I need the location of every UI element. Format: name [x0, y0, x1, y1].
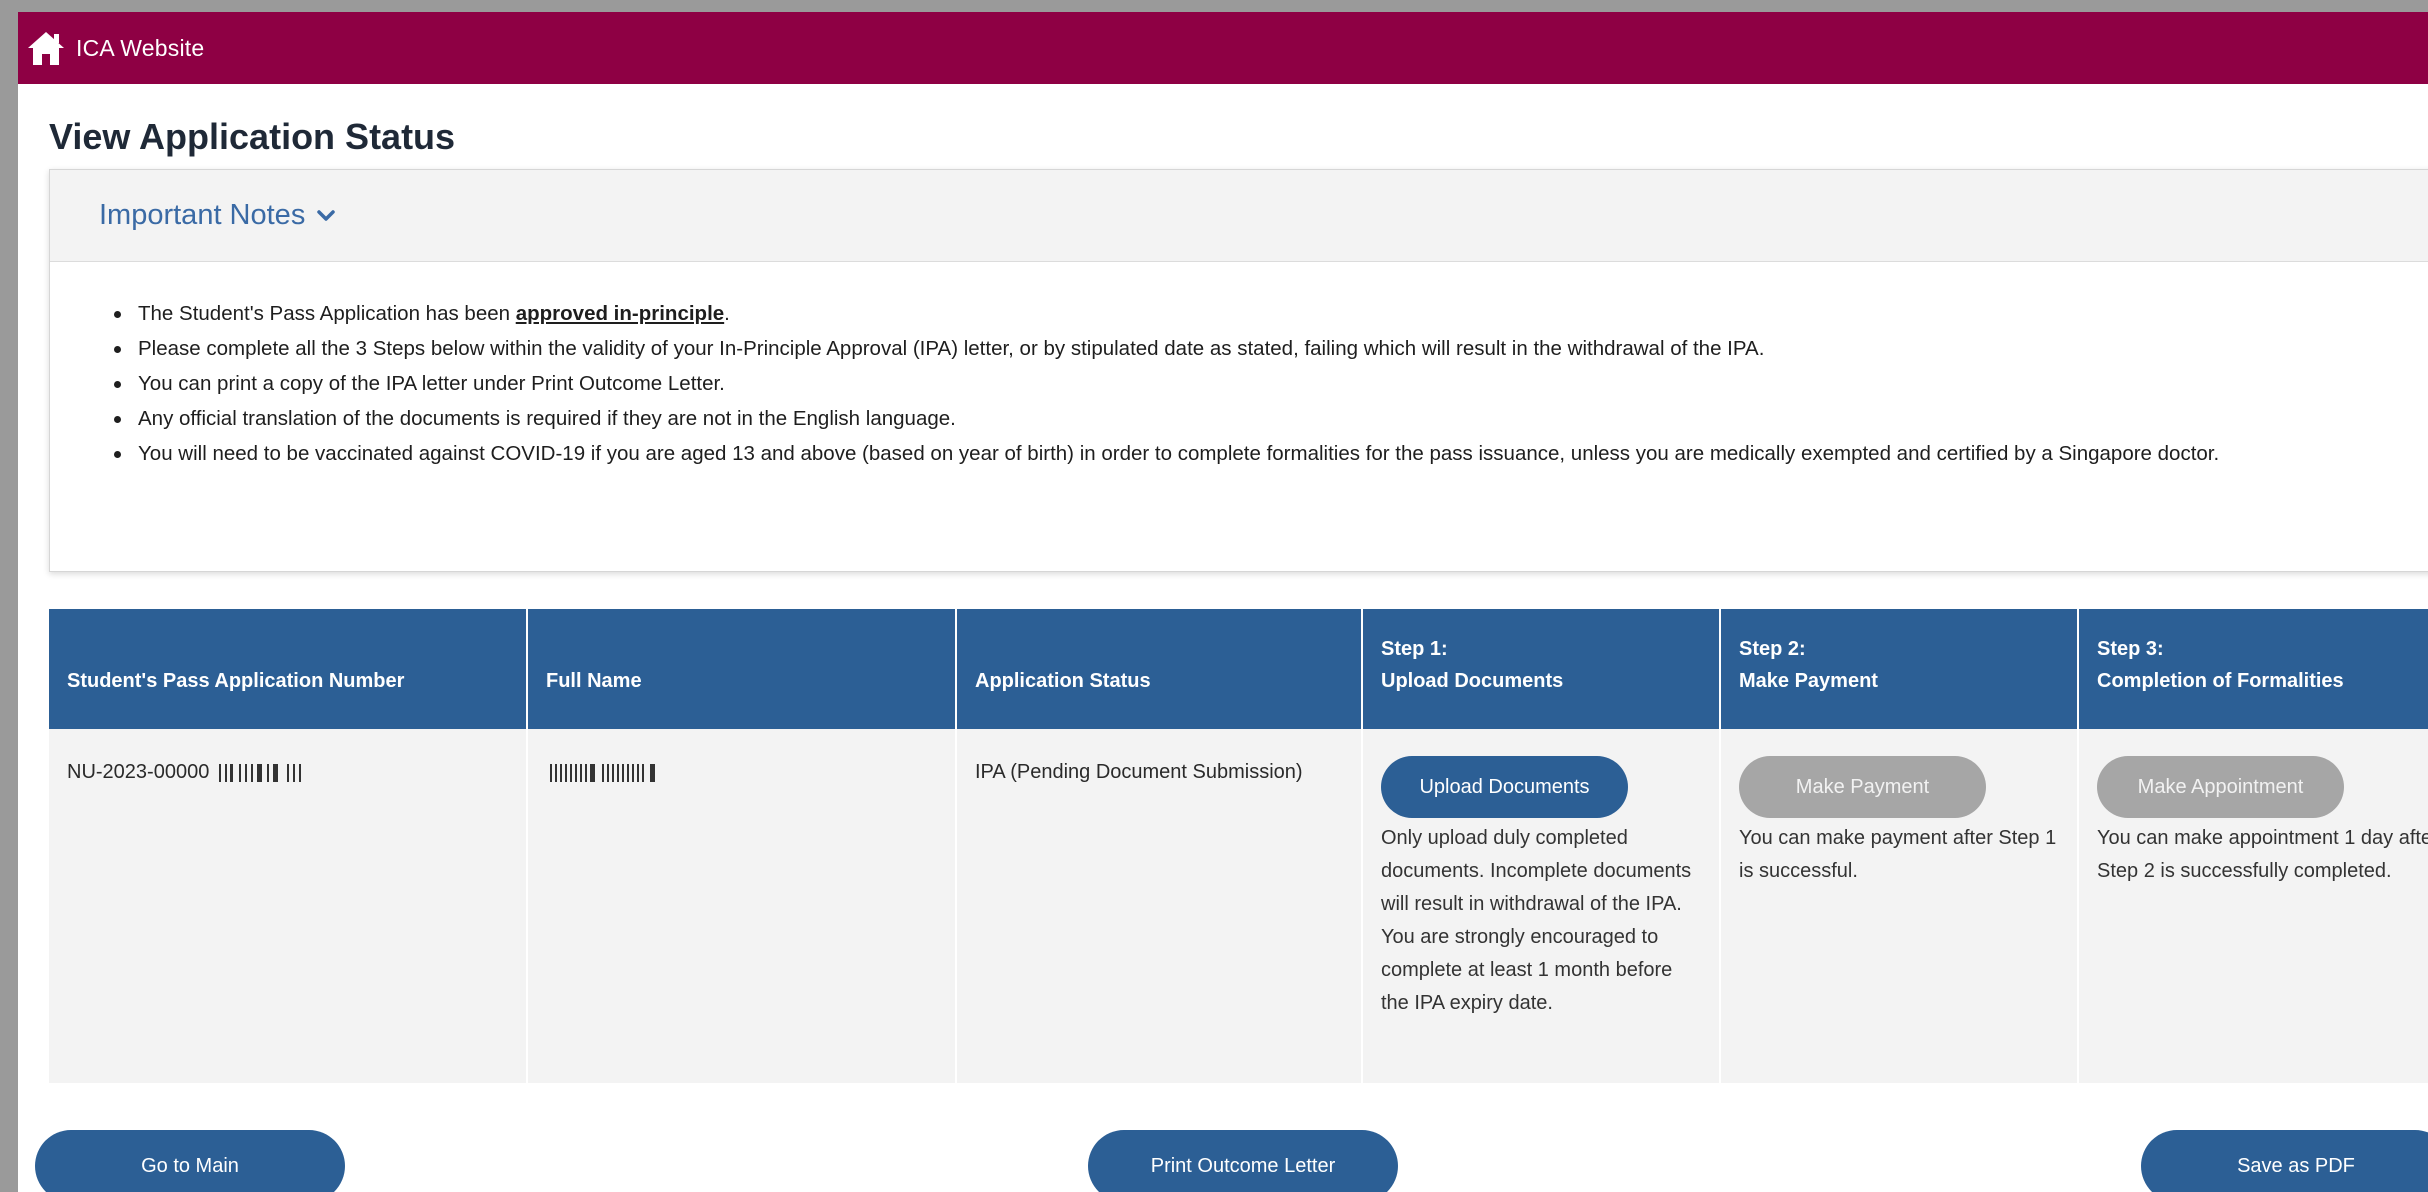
cell-application-number: NU-2023-00000: [49, 729, 528, 1083]
application-status-table: Student's Pass Application Number Full N…: [49, 609, 2428, 1083]
header-step-1-label: Step 1:: [1381, 638, 1448, 660]
header-step-3-title: Completion of Formalities: [2097, 670, 2344, 692]
important-notes-panel: Important Notes The Student's Pass Appli…: [49, 169, 2428, 572]
top-bar: ICA Website: [18, 12, 2428, 84]
header-step-1-title: Upload Documents: [1381, 670, 1564, 692]
go-to-main-button[interactable]: Go to Main: [35, 1130, 345, 1192]
note-item: You will need to be vaccinated against C…: [110, 436, 2428, 471]
important-notes-title: Important Notes: [99, 199, 306, 231]
barcode-icon: [550, 763, 655, 782]
note-item: Please complete all the 3 Steps below wi…: [110, 331, 2428, 366]
notes-list: The Student's Pass Application has been …: [50, 262, 2428, 471]
approval-emphasis: approved in-principle: [515, 302, 725, 325]
table-header-row: Student's Pass Application Number Full N…: [49, 609, 2428, 729]
chevron-down-icon: [317, 209, 336, 221]
application-number-prefix: NU-2023-00000: [67, 761, 210, 783]
note-item: You can print a copy of the IPA letter u…: [110, 366, 2428, 401]
note-text-end: .: [724, 302, 730, 325]
step-2-note: You can make payment after Step 1 is suc…: [1739, 827, 2057, 882]
home-icon[interactable]: [26, 28, 66, 68]
make-appointment-button[interactable]: Make Appointment: [2097, 756, 2344, 818]
page-title: View Application Status: [49, 116, 456, 157]
cell-step-2: Make Payment You can make payment after …: [1720, 729, 2079, 1083]
upload-documents-button[interactable]: Upload Documents: [1381, 756, 1628, 818]
note-item: The Student's Pass Application has been …: [110, 296, 2428, 331]
cell-application-status: IPA (Pending Document Submission): [956, 729, 1363, 1083]
barcode-icon: [218, 763, 301, 782]
cell-step-1: Upload Documents Only upload duly comple…: [1362, 729, 1721, 1083]
table-row: NU-2023-00000 IPA (Pending Document Subm…: [49, 729, 2428, 1083]
cell-full-name: [527, 729, 957, 1083]
print-outcome-letter-button[interactable]: Print Outcome Letter: [1088, 1130, 1398, 1192]
header-step-2-title: Make Payment: [1739, 670, 1878, 692]
make-payment-button[interactable]: Make Payment: [1739, 756, 1986, 818]
save-as-pdf-button[interactable]: Save as PDF: [2141, 1130, 2428, 1192]
note-item: Any official translation of the document…: [110, 401, 2428, 436]
header-full-name: Full Name: [527, 609, 957, 729]
important-notes-toggle[interactable]: Important Notes: [50, 170, 2428, 262]
header-application-number: Student's Pass Application Number: [49, 609, 528, 729]
header-application-status: Application Status: [956, 609, 1363, 729]
header-step-2: Step 2: Make Payment: [1720, 609, 2079, 729]
header-step-1: Step 1: Upload Documents: [1362, 609, 1721, 729]
header-step-3: Step 3: Completion of Formalities: [2078, 609, 2428, 729]
header-step-3-label: Step 3:: [2097, 638, 2164, 660]
site-link[interactable]: ICA Website: [76, 35, 204, 62]
header-step-2-label: Step 2:: [1739, 638, 1806, 660]
cell-step-3: Make Appointment You can make appointmen…: [2078, 729, 2428, 1083]
application-window: ICA Website View Application Status Impo…: [18, 12, 2428, 1192]
step-3-note: You can make appointment 1 day after Ste…: [2097, 827, 2428, 882]
step-1-note: Only upload duly completed documents. In…: [1381, 827, 1692, 1014]
note-text: The Student's Pass Application has been: [138, 302, 516, 325]
